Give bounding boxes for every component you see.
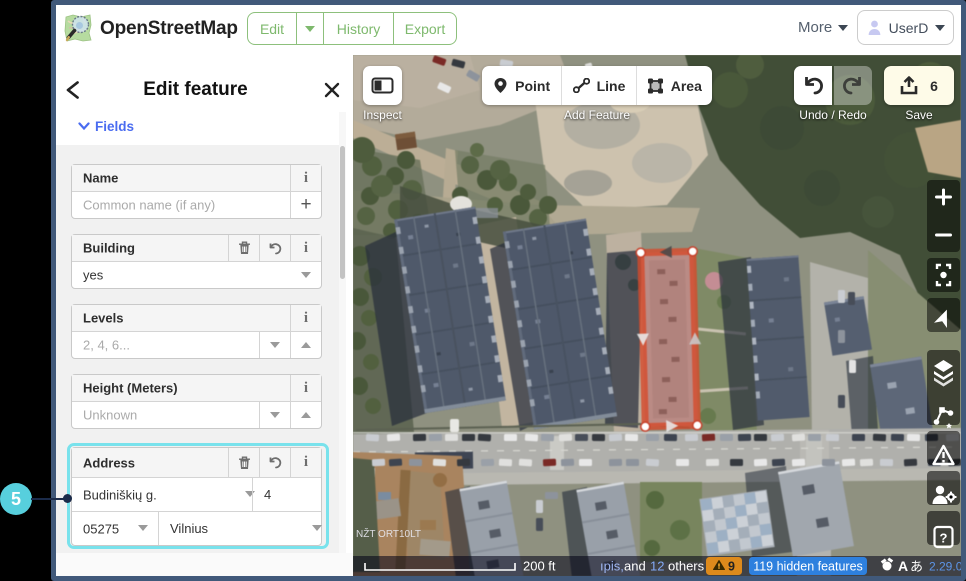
svg-text:12: 12	[650, 559, 664, 574]
svg-text:あ: あ	[910, 559, 923, 574]
svg-text:ıpis,: ıpis,	[600, 559, 624, 574]
svg-text:A: A	[898, 558, 908, 574]
svg-text:2.29.0: 2.29.0	[929, 560, 961, 574]
svg-text:?: ?	[940, 531, 948, 546]
svg-text:119 hidden features: 119 hidden features	[753, 560, 863, 574]
svg-text:9: 9	[728, 560, 735, 574]
svg-text:200 ft: 200 ft	[523, 559, 556, 574]
svg-text:and: and	[624, 559, 646, 574]
svg-text:others: others	[668, 559, 705, 574]
